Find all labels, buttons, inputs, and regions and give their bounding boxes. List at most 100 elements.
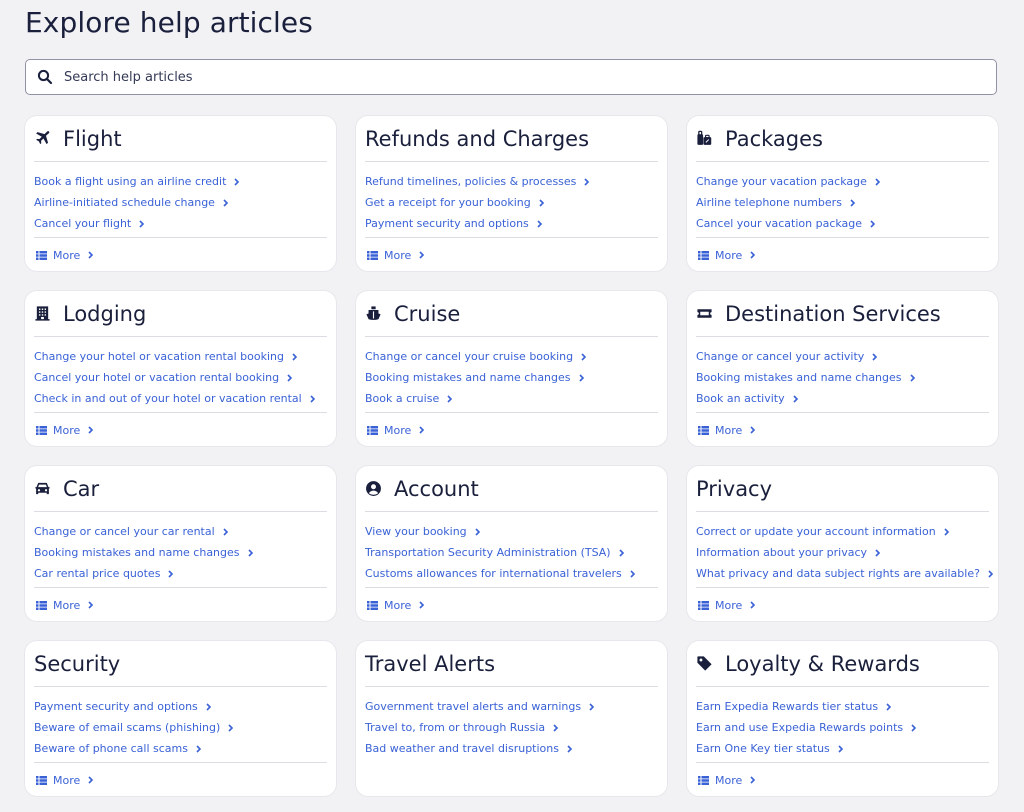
article-link-label: Transportation Security Administration (… [365, 546, 611, 559]
category-card-privacy: Privacy Correct or update your account in… [687, 466, 998, 621]
article-link[interactable]: Information about your privacy [696, 542, 989, 563]
chevron-right-icon [911, 723, 917, 732]
card-header: Lodging [34, 291, 327, 337]
article-link[interactable]: Government travel alerts and warnings [365, 696, 658, 717]
article-link[interactable]: View your booking [365, 521, 658, 542]
chevron-right-icon [223, 527, 229, 536]
article-link-label: Government travel alerts and warnings [365, 700, 582, 713]
more-label: More [53, 248, 81, 262]
article-link[interactable]: Change or cancel your car rental [34, 521, 327, 542]
list-icon [367, 250, 378, 260]
category-card-destination-services: Destination Services Change or cancel you… [687, 291, 998, 446]
article-link[interactable]: Airline telephone numbers [696, 192, 989, 213]
more-link[interactable]: More [365, 588, 658, 622]
article-link[interactable]: Correct or update your account informati… [696, 521, 989, 542]
article-link[interactable]: What privacy and data subject rights are… [696, 563, 994, 584]
chevron-right-icon [223, 198, 229, 207]
chevron-right-icon [875, 548, 881, 557]
article-link[interactable]: Cancel your flight [34, 213, 327, 234]
chevron-right-icon [988, 569, 994, 578]
article-link-label: Car rental price quotes [34, 567, 161, 580]
article-link[interactable]: Booking mistakes and name changes [696, 367, 989, 388]
article-link[interactable]: Booking mistakes and name changes [365, 367, 658, 388]
article-link[interactable]: Book an activity [696, 388, 989, 409]
more-link[interactable]: More [34, 413, 327, 447]
article-link[interactable]: Booking mistakes and name changes [34, 542, 327, 563]
more-link[interactable]: More [696, 413, 989, 447]
more-label: More [715, 598, 743, 612]
chevron-right-icon [228, 723, 234, 732]
more-link[interactable]: More [365, 413, 658, 447]
card-title: Lodging [63, 301, 147, 326]
article-link[interactable]: Earn One Key tier status [696, 738, 989, 759]
chevron-right-icon [567, 744, 573, 753]
more-link[interactable]: More [696, 238, 989, 272]
card-title: Refunds and Charges [365, 126, 590, 151]
article-link[interactable]: Change or cancel your cruise booking [365, 346, 658, 367]
luggage-icon [696, 130, 713, 147]
article-link[interactable]: Book a cruise [365, 388, 658, 409]
chevron-right-icon [287, 373, 293, 382]
card-header: Privacy [696, 466, 989, 512]
chevron-right-icon [630, 569, 636, 578]
chevron-right-icon [247, 548, 254, 557]
chevron-right-icon [206, 702, 212, 711]
more-link[interactable]: More [34, 763, 327, 797]
card-header: Destination Services [696, 291, 989, 337]
article-link-label: Change or cancel your car rental [34, 525, 215, 538]
search-input[interactable] [62, 68, 996, 86]
card-title: Cruise [394, 301, 461, 326]
chevron-right-icon [234, 177, 240, 186]
article-link[interactable]: Airline-initiated schedule change [34, 192, 327, 213]
chevron-right-icon [139, 219, 145, 228]
article-link[interactable]: Earn and use Expedia Rewards points [696, 717, 989, 738]
category-card-account: Account View your booking Transportation S… [356, 466, 667, 621]
article-links: Refund timelines, policies & processes Ge… [365, 162, 658, 238]
article-link[interactable]: Beware of phone call scams [34, 738, 327, 759]
card-header: Car [34, 466, 327, 512]
article-link[interactable]: Change your vacation package [696, 171, 989, 192]
more-label: More [53, 598, 81, 612]
more-label: More [384, 598, 412, 612]
list-icon [698, 775, 709, 785]
article-link[interactable]: Payment security and options [34, 696, 327, 717]
article-link[interactable]: Cancel your vacation package [696, 213, 989, 234]
more-link[interactable]: More [696, 588, 989, 622]
article-link[interactable]: Check in and out of your hotel or vacati… [34, 388, 327, 409]
card-header: Account [365, 466, 658, 512]
article-link[interactable]: Change your hotel or vacation rental boo… [34, 346, 327, 367]
article-link[interactable]: Refund timelines, policies & processes [365, 171, 658, 192]
article-link[interactable]: Car rental price quotes [34, 563, 327, 584]
more-link[interactable]: More [34, 588, 327, 622]
article-link[interactable]: Payment security and options [365, 213, 658, 234]
category-card-travel-alerts: Travel Alerts Government travel alerts an… [356, 641, 667, 796]
article-link[interactable]: Beware of email scams (phishing) [34, 717, 327, 738]
list-icon [698, 250, 709, 260]
chevron-right-icon [750, 601, 756, 609]
chevron-right-icon [419, 601, 425, 609]
ticket-icon [696, 305, 713, 322]
article-link[interactable]: Cancel your hotel or vacation rental boo… [34, 367, 327, 388]
article-link-label: Check in and out of your hotel or vacati… [34, 392, 302, 405]
more-link[interactable]: More [34, 238, 327, 272]
more-link[interactable]: More [696, 763, 989, 797]
article-link[interactable]: Travel to, from or through Russia [365, 717, 658, 738]
article-link[interactable]: Bad weather and travel disruptions [365, 738, 658, 759]
building-icon [34, 305, 51, 322]
article-link[interactable]: Change or cancel your activity [696, 346, 989, 367]
more-label: More [384, 248, 412, 262]
more-label: More [53, 773, 81, 787]
article-link[interactable]: Book a flight using an airline credit [34, 171, 327, 192]
article-link[interactable]: Get a receipt for your booking [365, 192, 658, 213]
chevron-right-icon [419, 251, 425, 259]
category-card-cruise: Cruise Change or cancel your cruise booki… [356, 291, 667, 446]
search-bar[interactable] [25, 59, 997, 95]
chevron-right-icon [619, 548, 625, 557]
category-card-loyalty-and-rewards: Loyalty & Rewards Earn Expedia Rewards ti… [687, 641, 998, 796]
article-link[interactable]: Customs allowances for international tra… [365, 563, 658, 584]
more-link[interactable]: More [365, 238, 658, 272]
account-icon [365, 480, 382, 497]
article-link[interactable]: Earn Expedia Rewards tier status [696, 696, 989, 717]
article-link[interactable]: Transportation Security Administration (… [365, 542, 658, 563]
article-link-label: Payment security and options [34, 700, 198, 713]
